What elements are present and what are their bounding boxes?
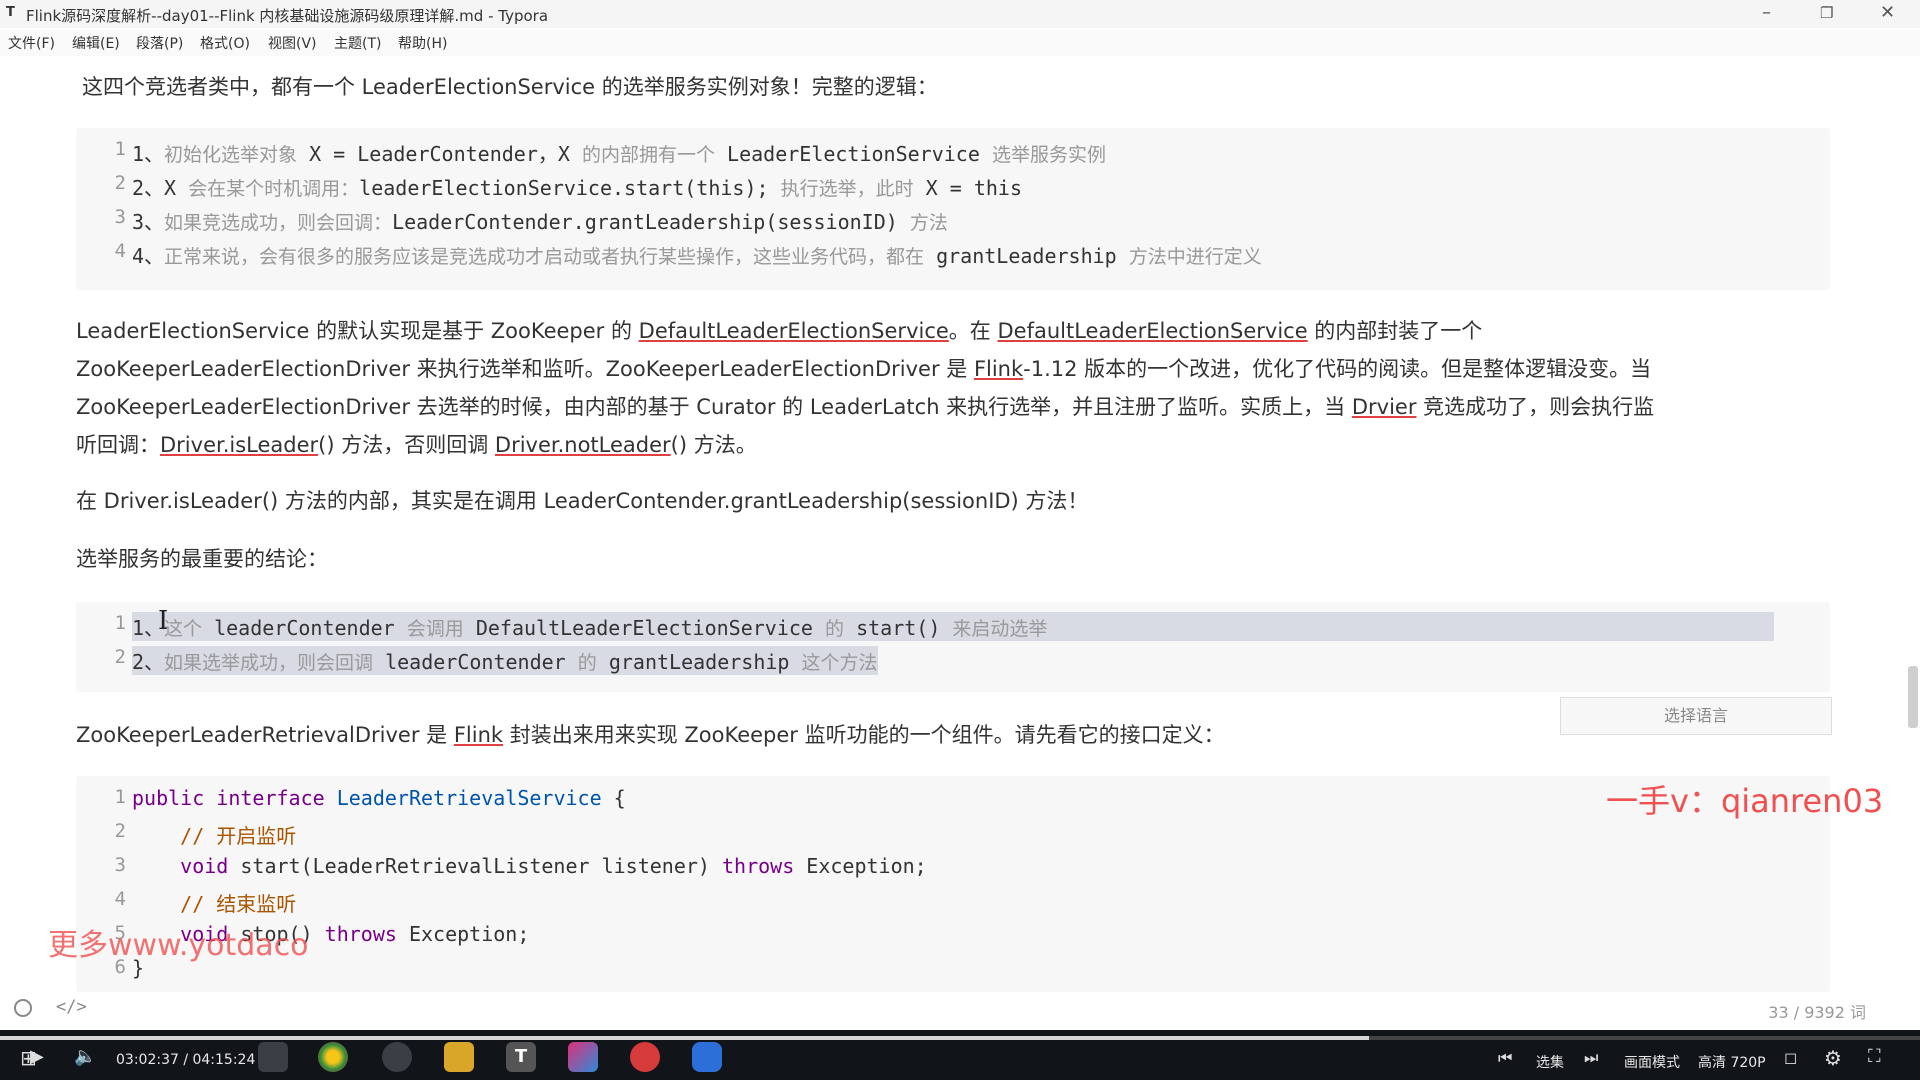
code-line: 2 // 开启监听: [114, 820, 297, 848]
link-driver-isleader[interactable]: Driver.isLeader: [160, 433, 318, 457]
screenshot-icon[interactable]: ◻: [1784, 1048, 1797, 1067]
code-line: 2 2、如果选举成功，则会回调 leaderContender 的 grantL…: [114, 646, 878, 675]
spellcheck-word: Flink: [453, 723, 504, 747]
code-line: 3 void start(LeaderRetrievalListener lis…: [114, 854, 927, 878]
chrome-icon[interactable]: [318, 1042, 348, 1072]
typora-app-icon: T: [6, 5, 15, 20]
taskbar-app-icon[interactable]: [382, 1042, 412, 1072]
volume-icon[interactable]: 🔈: [74, 1046, 96, 1067]
source-code-mode-icon[interactable]: </>: [56, 997, 87, 1017]
menu-help[interactable]: 帮助(H): [398, 33, 447, 53]
window-title: Flink源码深度解析--day01--Flink 内核基础设施源码级原理详解.…: [26, 7, 549, 25]
paragraph-conclusion-heading: 选举服务的最重要的结论：: [76, 547, 328, 571]
code-block-logic[interactable]: 1 1、初始化选举对象 X = LeaderContender，X 的内部拥有一…: [76, 128, 1830, 290]
gear-icon[interactable]: ⚙: [1824, 1046, 1842, 1070]
select-episode-button[interactable]: 选集: [1536, 1052, 1564, 1072]
intro-paragraph: 这四个竞选者类中，都有一个 LeaderElectionService 的选举服…: [82, 75, 938, 99]
typora-taskbar-icon[interactable]: T: [506, 1042, 536, 1072]
menu-view[interactable]: 视图(V): [268, 33, 317, 53]
paragraph-isleader: 在 Driver.isLeader() 方法的内部，其实是在调用 LeaderC…: [76, 489, 1089, 513]
taskbar-app-icon[interactable]: [692, 1042, 722, 1072]
link-default-leader-election-service[interactable]: DefaultLeaderElectionService: [997, 319, 1307, 343]
quality-button[interactable]: 高清 720P: [1698, 1052, 1766, 1072]
fullscreen-icon[interactable]: ⛶: [1868, 1046, 1881, 1067]
code-line: 3 3、如果竞选成功，则会回调：LeaderContender.grantLea…: [114, 206, 948, 234]
text-cursor-icon: I: [158, 606, 169, 636]
spellcheck-word: Drvier: [1351, 395, 1417, 419]
code-line: 4 4、正常来说，会有很多的服务应该是竞选成功才启动或者执行某些操作，这些业务代…: [114, 240, 1262, 268]
menu-file[interactable]: 文件(F): [8, 33, 55, 53]
intellij-icon[interactable]: [568, 1042, 598, 1072]
code-line: 6 }: [114, 956, 145, 980]
menu-edit[interactable]: 编辑(E): [72, 33, 120, 53]
menu-format[interactable]: 格式(O): [200, 33, 250, 53]
restore-icon[interactable]: ❐: [1820, 4, 1833, 22]
paragraph-line: 听回调：Driver.isLeader() 方法，否则回调 Driver.not…: [76, 433, 757, 457]
watermark-contact: 一手v：qianren03: [1606, 782, 1884, 820]
video-progress-fill: [0, 1036, 1369, 1040]
code-line: 2 2、X 会在某个时机调用：leaderElectionService.sta…: [114, 172, 1022, 200]
taskbar-app-icon[interactable]: [258, 1042, 288, 1072]
language-select[interactable]: 选择语言: [1560, 697, 1832, 735]
link-default-leader-election-service[interactable]: DefaultLeaderElectionService: [639, 319, 949, 343]
code-line: 1 1、初始化选举对象 X = LeaderContender，X 的内部拥有一…: [114, 138, 1106, 166]
outline-toggle-icon[interactable]: [14, 999, 32, 1017]
picture-mode-button[interactable]: 画面模式: [1624, 1052, 1680, 1072]
code-line: 4 // 结束监听: [114, 888, 297, 916]
paragraph-line: ZooKeeperLeaderElectionDriver 来执行选举和监听。Z…: [76, 357, 1652, 381]
watermark-site: 更多www.yotdaco: [48, 928, 309, 963]
menu-paragraph[interactable]: 段落(P): [136, 33, 183, 53]
playback-time: 03:02:37 / 04:15:24: [116, 1052, 256, 1068]
paragraph-retrieval-driver: ZooKeeperLeaderRetrievalDriver 是 Flink 封…: [76, 723, 1225, 747]
paragraph-line: LeaderElectionService 的默认实现是基于 ZooKeeper…: [76, 319, 1483, 343]
close-icon[interactable]: ✕: [1880, 2, 1895, 23]
next-icon[interactable]: ⏭: [1584, 1048, 1598, 1068]
spellcheck-word: Flink: [973, 357, 1024, 381]
word-count[interactable]: 33 / 9392 词: [1768, 999, 1866, 1023]
code-line: 1 public interface LeaderRetrievalServic…: [114, 786, 626, 810]
typora-status-bar: </> 33 / 9392 词: [0, 995, 1920, 1023]
paragraph-line: ZooKeeperLeaderElectionDriver 去选举的时候，由内部…: [76, 395, 1655, 419]
taskbar-app-icon[interactable]: [630, 1042, 660, 1072]
menu-theme[interactable]: 主题(T): [334, 33, 381, 53]
menu-bar: 文件(F) 编辑(E) 段落(P) 格式(O) 视图(V) 主题(T) 帮助(H…: [0, 30, 1920, 56]
link-driver-notleader[interactable]: Driver.notLeader: [495, 433, 671, 457]
scrollbar-thumb[interactable]: [1908, 666, 1918, 728]
play-icon[interactable]: ▶: [30, 1046, 44, 1067]
title-bar: T Flink源码深度解析--day01--Flink 内核基础设施源码级原理详…: [0, 0, 1920, 28]
code-line: 5 void stop() throws Exception;: [114, 922, 530, 946]
video-progress-bar[interactable]: [0, 1036, 1920, 1040]
minimize-icon[interactable]: –: [1762, 2, 1771, 23]
code-block-conclusion[interactable]: 1 1、这个 leaderContender 会调用 DefaultLeader…: [76, 602, 1830, 692]
code-line: 1 1、这个 leaderContender 会调用 DefaultLeader…: [76, 612, 1830, 646]
code-block-interface[interactable]: 1 public interface LeaderRetrievalServic…: [76, 776, 1830, 992]
folder-icon[interactable]: [444, 1042, 474, 1072]
previous-icon[interactable]: ⏮: [1498, 1048, 1512, 1068]
